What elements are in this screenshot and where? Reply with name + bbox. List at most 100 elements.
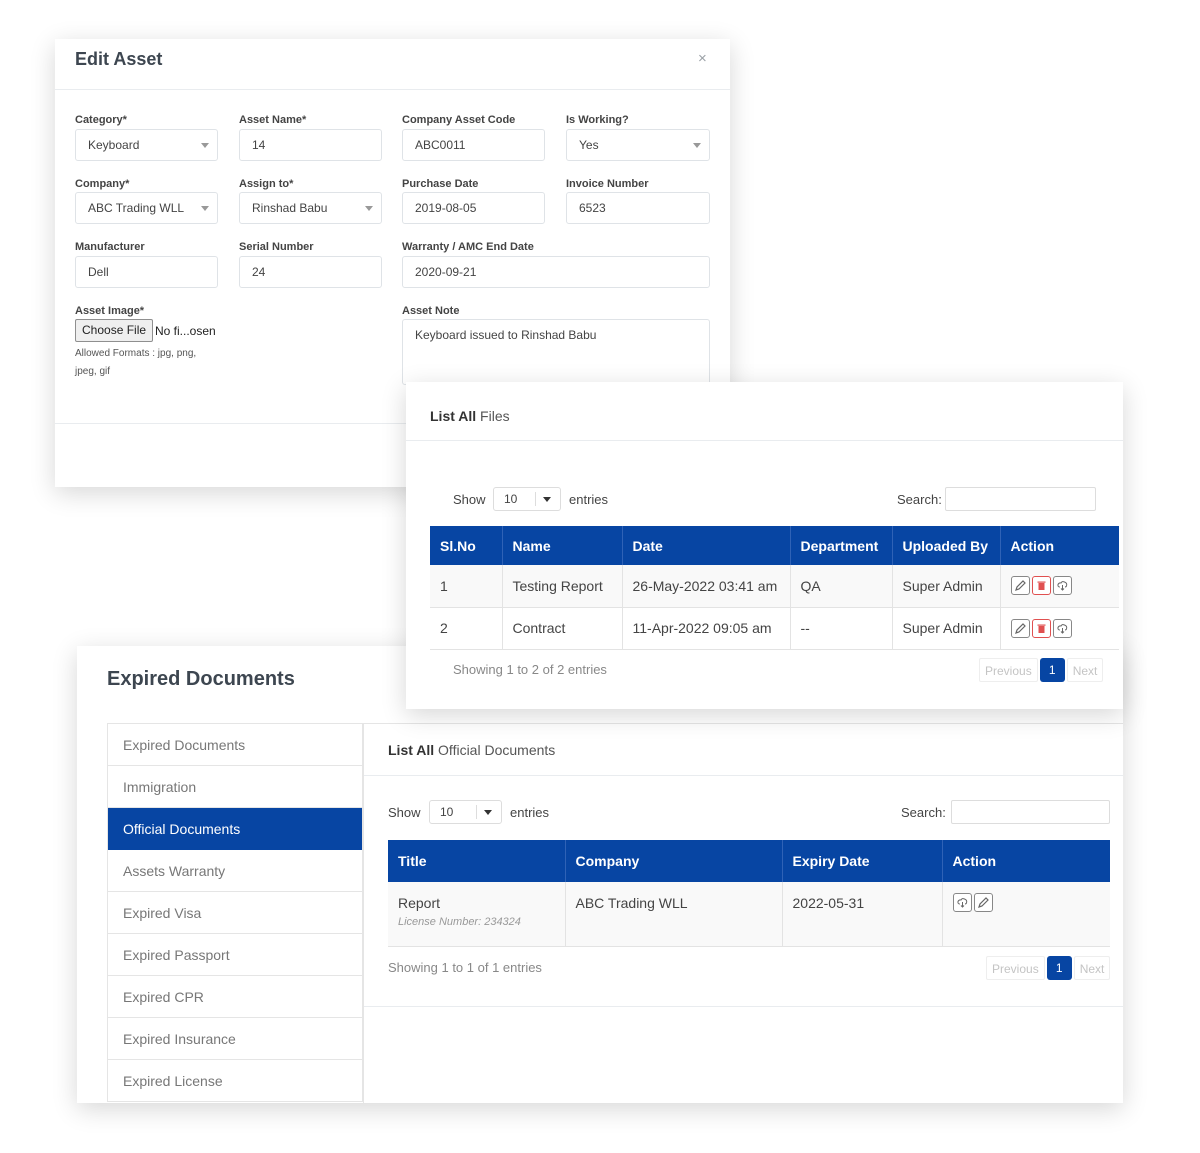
invoice-number-input[interactable]: 6523 [566,192,710,224]
files-entries-select[interactable]: 10 [493,487,561,511]
cell-department: -- [790,607,893,650]
previous-button[interactable]: Previous [986,956,1045,980]
edit-button[interactable] [1010,618,1030,638]
sidebar-item-expired-passport[interactable]: Expired Passport [108,934,362,976]
cell-expiry-date: 2022-05-31 [782,882,943,947]
chevron-down-icon [365,206,373,211]
assign-to-label: Assign to* [239,178,294,190]
warranty-end-label: Warranty / AMC End Date [402,241,534,253]
next-button[interactable]: Next [1073,956,1111,980]
files-title-bold: List All [430,408,477,424]
cell-department: QA [790,565,893,608]
page-1-button[interactable]: 1 [1039,658,1065,682]
official-title-bold: List All [388,742,435,758]
sidebar-item-expired-cpr[interactable]: Expired CPR [108,976,362,1018]
files-show-label: Show [453,492,486,507]
chevron-down-icon [201,143,209,148]
official-documents-content: List All Official Documents Show 10 entr… [363,723,1123,1103]
chevron-down-icon [484,810,492,815]
asset-note-label: Asset Note [402,305,460,317]
files-header-divider [406,440,1123,441]
company-value: ABC Trading WLL [88,201,185,215]
col-expiry-date[interactable]: Expiry Date [782,840,943,882]
download-button[interactable] [1052,576,1072,596]
company-select[interactable]: ABC Trading WLL [75,192,218,224]
col-uploaded-by[interactable]: Uploaded By [892,526,1001,565]
is-working-select[interactable]: Yes [566,129,710,161]
col-date[interactable]: Date [622,526,791,565]
col-company[interactable]: Company [565,840,783,882]
purchase-date-input[interactable]: 2019-08-05 [402,192,545,224]
files-title-rest: Files [480,408,510,424]
license-number: License Number: 234324 [398,916,521,928]
file-status: No fi...osen [155,324,216,338]
files-search-input[interactable] [945,487,1096,511]
cell-date: 11-Apr-2022 09:05 am [622,607,791,650]
category-select[interactable]: Keyboard [75,129,218,161]
company-asset-code-label: Company Asset Code [402,114,516,126]
official-header-divider [364,775,1123,776]
document-title: Report [398,895,441,911]
pencil-icon [1014,580,1026,592]
col-department[interactable]: Department [790,526,893,565]
assign-to-select[interactable]: Rinshad Babu [239,192,382,224]
serial-number-input[interactable]: 24 [239,256,382,288]
cell-uploaded-by: Super Admin [892,607,1001,650]
trash-icon [1037,581,1045,591]
choose-file-button[interactable]: Choose File [75,319,154,342]
asset-note-textarea[interactable]: Keyboard issued to Rinshad Babu [402,319,710,385]
files-entries-label: entries [569,492,609,507]
col-name[interactable]: Name [502,526,623,565]
allowed-formats-hint: Allowed Formats : jpg, png, jpeg, gif [75,348,197,377]
expired-documents-panel: Expired Documents Expired Documents Immi… [77,646,1123,1103]
table-row: 1 Testing Report 26-May-2022 03:41 am QA… [430,565,1119,608]
delete-button[interactable] [1031,576,1051,596]
asset-image-label: Asset Image* [75,305,145,317]
official-search-input[interactable] [951,800,1110,824]
close-icon[interactable]: × [698,50,707,67]
cell-action [1000,565,1119,608]
official-pagination: Previous 1 Next [986,956,1111,980]
col-title[interactable]: Title [388,840,566,882]
download-button[interactable] [1052,618,1072,638]
category-label: Category* [75,114,127,126]
sidebar-item-expired-visa[interactable]: Expired Visa [108,892,362,934]
cell-name: Testing Report [502,565,623,608]
company-asset-code-input[interactable]: ABC0011 [402,129,545,161]
table-row: 2 Contract 11-Apr-2022 09:05 am -- Super… [430,607,1119,650]
files-panel: List All Files Show 10 entries Search: S… [406,382,1123,709]
next-button[interactable]: Next [1066,658,1104,682]
sidebar-item-expired-documents[interactable]: Expired Documents [108,724,362,766]
page-1-button[interactable]: 1 [1046,956,1072,980]
serial-number-label: Serial Number [239,241,314,253]
asset-name-input[interactable]: 14 [239,129,382,161]
select-separator [476,805,477,819]
edit-button[interactable] [973,893,993,912]
edit-button[interactable] [1010,576,1030,596]
select-separator [535,492,536,506]
col-action: Action [1000,526,1119,565]
purchase-date-label: Purchase Date [402,178,479,190]
cell-date: 26-May-2022 03:41 am [622,565,791,608]
warranty-end-input[interactable]: 2020-09-21 [402,256,710,288]
cell-action [1000,607,1119,650]
sidebar-item-expired-license[interactable]: Expired License [108,1060,362,1102]
chevron-down-icon [693,143,701,148]
cloud-download-icon [1056,581,1067,591]
modal-header-divider [55,89,730,90]
download-button[interactable] [952,893,972,912]
official-entries-select[interactable]: 10 [429,800,502,824]
delete-button[interactable] [1031,618,1051,638]
cell-sl-no: 2 [430,607,503,650]
sidebar-item-expired-insurance[interactable]: Expired Insurance [108,1018,362,1060]
official-search-label: Search: [901,805,946,820]
sidebar-item-official-documents[interactable]: Official Documents [108,808,362,850]
official-entries-value: 10 [440,805,454,819]
modal-title: Edit Asset [75,49,163,69]
cloud-download-icon [956,898,967,908]
sidebar-item-immigration[interactable]: Immigration [108,766,362,808]
manufacturer-input[interactable]: Dell [75,256,218,288]
sidebar-item-assets-warranty[interactable]: Assets Warranty [108,850,362,892]
col-sl-no[interactable]: Sl.No [430,526,503,565]
previous-button[interactable]: Previous [979,658,1038,682]
